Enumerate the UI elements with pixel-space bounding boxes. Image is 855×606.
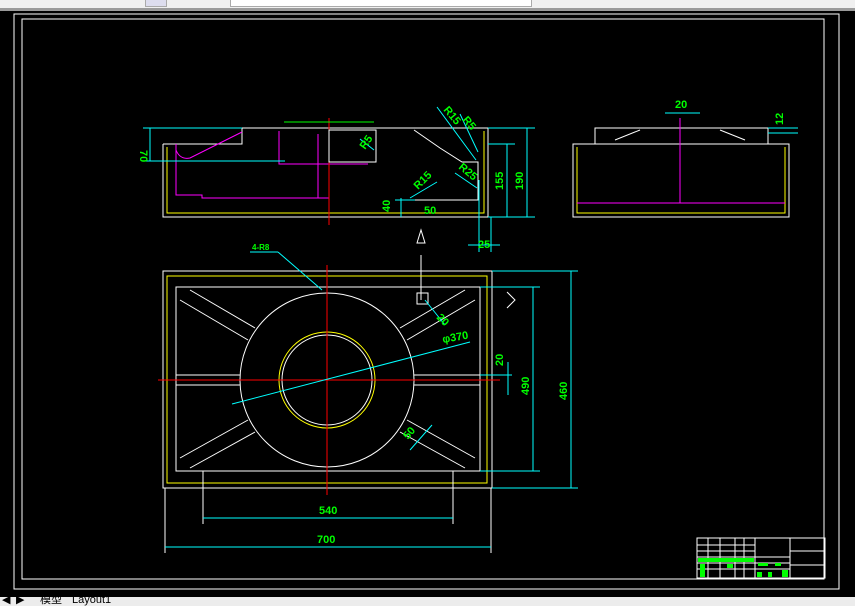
tab-scroll-prev-icon[interactable]: ◀: [2, 597, 10, 606]
dim-20-plan: 20: [494, 354, 506, 366]
dim-12: 12: [774, 113, 786, 125]
dim-155: 155: [494, 172, 506, 190]
toolbar: [0, 0, 855, 8]
dim-490: 490: [520, 377, 532, 395]
tab-model[interactable]: 模型: [40, 597, 62, 606]
dim-50-brace: 50: [401, 425, 418, 442]
dim-700: 700: [317, 534, 335, 546]
dim-70: 70: [137, 150, 149, 162]
title-block-fills: [698, 558, 788, 577]
dim-460: 460: [558, 382, 570, 400]
drawing-frame: [21, 18, 825, 580]
toolbar-button[interactable]: [145, 0, 167, 7]
dim-190: 190: [514, 172, 526, 190]
dim-r25: R25: [456, 161, 479, 183]
dim-540: 540: [319, 505, 337, 517]
dim-25: 25: [478, 239, 490, 251]
layer-dropdown[interactable]: [230, 0, 532, 7]
dim-50: 50: [424, 205, 436, 217]
dim-r5: R5: [460, 114, 478, 132]
tab-layout1[interactable]: Layout1: [72, 597, 111, 606]
dim-4-r8: 4-R8: [252, 243, 270, 252]
dim-r15-lower: R15: [412, 169, 435, 192]
dim-40: 40: [381, 200, 393, 212]
layout-tabs: ◀ ▶ 模型 Layout1: [0, 597, 855, 606]
drawing-canvas[interactable]: 70 R5 40 50 R15 R15 R5 R25 155 190 25 20…: [0, 11, 855, 597]
tab-scroll-next-icon[interactable]: ▶: [16, 597, 24, 606]
plan-view: [158, 251, 578, 553]
side-view: [572, 112, 798, 218]
dim-r15-upper: R15: [441, 104, 463, 127]
cad-drawing: 70 R5 40 50 R15 R15 R5 R25 155 190 25 20…: [13, 13, 840, 590]
dim-20-side: 20: [675, 99, 687, 111]
